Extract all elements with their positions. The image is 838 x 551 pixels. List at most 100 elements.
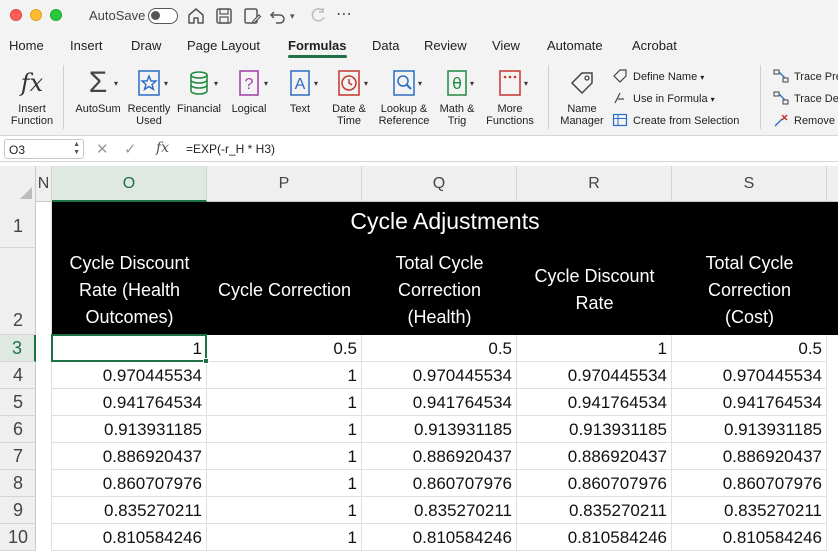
trace-dependents-button[interactable]: Trace De (773, 90, 838, 106)
row-header-9[interactable]: 9 (0, 497, 36, 524)
home-icon[interactable] (186, 6, 206, 26)
row-header-3[interactable]: 3 (0, 335, 36, 362)
lookup-reference-button[interactable]: Lookup & Reference (376, 67, 432, 127)
table-cell[interactable]: 1 (207, 416, 362, 443)
column-header-r[interactable]: R (517, 166, 672, 202)
autosum-button[interactable]: Σ AutoSum (74, 67, 122, 116)
math-trig-button[interactable]: θ Math & Trig (434, 67, 480, 127)
tab-formulas[interactable]: Formulas (288, 38, 347, 58)
autosum-dropdown-icon[interactable]: ▾ (114, 79, 118, 88)
save-as-icon[interactable] (242, 6, 262, 26)
trace-precedents-button[interactable]: Trace Pre (773, 68, 838, 84)
row-header-5[interactable]: 5 (0, 389, 36, 416)
table-cell[interactable]: 1 (207, 362, 362, 389)
table-cell[interactable]: 0.913931185 (362, 416, 517, 443)
table-cell[interactable]: 0.886920437 (672, 443, 827, 470)
table-cell[interactable]: 1 (207, 470, 362, 497)
table-cell[interactable]: 0.913931185 (672, 416, 827, 443)
table-cell[interactable]: 0.810584246 (672, 524, 827, 551)
more-functions-dropdown-icon[interactable]: ▾ (524, 79, 528, 88)
column-header-p[interactable]: P (207, 166, 362, 202)
save-icon[interactable] (214, 6, 234, 26)
tab-data[interactable]: Data (372, 38, 399, 53)
table-cell[interactable]: 0.835270211 (672, 497, 827, 524)
more-functions-button[interactable]: More Functions (484, 67, 536, 127)
table-cell[interactable]: 1 (517, 335, 672, 362)
create-from-selection-button[interactable]: Create from Selection (612, 112, 739, 128)
row-header-4[interactable]: 4 (0, 362, 36, 389)
table-cell[interactable]: 0.970445534 (517, 362, 672, 389)
table-cell[interactable]: 0.5 (207, 335, 362, 362)
table-cell[interactable]: 1 (207, 497, 362, 524)
tab-acrobat[interactable]: Acrobat (632, 38, 677, 53)
table-cell[interactable]: 1 (207, 443, 362, 470)
tab-home[interactable]: Home (9, 38, 44, 53)
table-cell[interactable]: 0.810584246 (52, 524, 207, 551)
table-cell[interactable]: 0.941764534 (362, 389, 517, 416)
define-name-button[interactable]: Define Name ▾ (612, 68, 704, 84)
column-header-n[interactable]: N (36, 166, 52, 202)
table-cell[interactable]: 0.941764534 (517, 389, 672, 416)
tab-review[interactable]: Review (424, 38, 467, 53)
text-button[interactable]: A Text (278, 67, 322, 115)
table-cell[interactable]: 0.860707976 (52, 470, 207, 497)
insert-function-button[interactable]: fx Insert Function (8, 67, 56, 127)
zoom-window-button[interactable] (50, 9, 62, 21)
recently-used-dropdown-icon[interactable]: ▾ (164, 79, 168, 88)
tab-page-layout[interactable]: Page Layout (187, 38, 260, 53)
name-box[interactable]: O3 ▲ ▼ (4, 139, 84, 159)
column-n-cells[interactable] (36, 202, 52, 551)
use-in-formula-button[interactable]: Use in Formula ▾ (612, 90, 715, 106)
tab-automate[interactable]: Automate (547, 38, 603, 53)
table-cell[interactable]: 0.970445534 (362, 362, 517, 389)
table-cell[interactable]: 0.5 (672, 335, 827, 362)
row-header-1[interactable]: 1 (0, 202, 36, 248)
date-time-button[interactable]: Date & Time (327, 67, 371, 127)
lookup-reference-dropdown-icon[interactable]: ▾ (418, 79, 422, 88)
date-time-dropdown-icon[interactable]: ▾ (364, 79, 368, 88)
select-all-button[interactable] (0, 166, 36, 202)
column-label-3[interactable]: Total Cycle Correction (Health) (362, 248, 517, 332)
table-cell[interactable]: 1 (207, 389, 362, 416)
financial-dropdown-icon[interactable]: ▾ (214, 79, 218, 88)
name-box-stepper-icon[interactable]: ▲ ▼ (73, 141, 80, 157)
minimize-window-button[interactable] (30, 9, 42, 21)
table-cell[interactable]: 0.5 (362, 335, 517, 362)
table-cell[interactable]: 0.913931185 (517, 416, 672, 443)
column-label-2[interactable]: Cycle Correction (207, 248, 362, 332)
table-cell[interactable]: 0.886920437 (52, 443, 207, 470)
table-cell[interactable]: 0.941764534 (672, 389, 827, 416)
table-cell[interactable]: 1 (207, 524, 362, 551)
table-cell[interactable]: 0.835270211 (52, 497, 207, 524)
table-cell[interactable]: 0.810584246 (362, 524, 517, 551)
table-cell[interactable]: 0.886920437 (517, 443, 672, 470)
table-cell[interactable]: 0.810584246 (517, 524, 672, 551)
column-label-4[interactable]: Cycle Discount Rate (517, 248, 672, 332)
tab-insert[interactable]: Insert (70, 38, 103, 53)
cancel-entry-icon[interactable]: ✕ (96, 140, 109, 158)
row-header-7[interactable]: 7 (0, 443, 36, 470)
text-dropdown-icon[interactable]: ▾ (314, 79, 318, 88)
remove-arrows-button[interactable]: Remove (773, 112, 835, 128)
column-header-q[interactable]: Q (362, 166, 517, 202)
table-cell[interactable]: 0.970445534 (672, 362, 827, 389)
confirm-entry-icon[interactable]: ✓ (124, 140, 137, 158)
table-cell[interactable]: 0.913931185 (52, 416, 207, 443)
more-commands-icon[interactable]: ⋯ (336, 6, 356, 26)
tab-view[interactable]: View (492, 38, 520, 53)
table-cell[interactable]: 0.860707976 (672, 470, 827, 497)
autosave-toggle[interactable] (148, 8, 178, 24)
undo-icon[interactable] (268, 6, 288, 26)
tab-draw[interactable]: Draw (131, 38, 161, 53)
table-cell[interactable]: 0.970445534 (52, 362, 207, 389)
table-cell[interactable]: 0.886920437 (362, 443, 517, 470)
table-cell[interactable]: 0.835270211 (517, 497, 672, 524)
column-label-1[interactable]: Cycle Discount Rate (Health Outcomes) (52, 248, 207, 332)
row-header-2[interactable]: 2 (0, 248, 36, 335)
column-header-s[interactable]: S (672, 166, 827, 202)
table-cell[interactable]: 0.860707976 (517, 470, 672, 497)
column-label-5[interactable]: Total Cycle Correction (Cost) (672, 248, 827, 332)
recently-used-button[interactable]: Recently Used (126, 67, 172, 127)
column-header-o[interactable]: O (52, 166, 207, 202)
name-manager-button[interactable]: Name Manager (556, 67, 608, 127)
